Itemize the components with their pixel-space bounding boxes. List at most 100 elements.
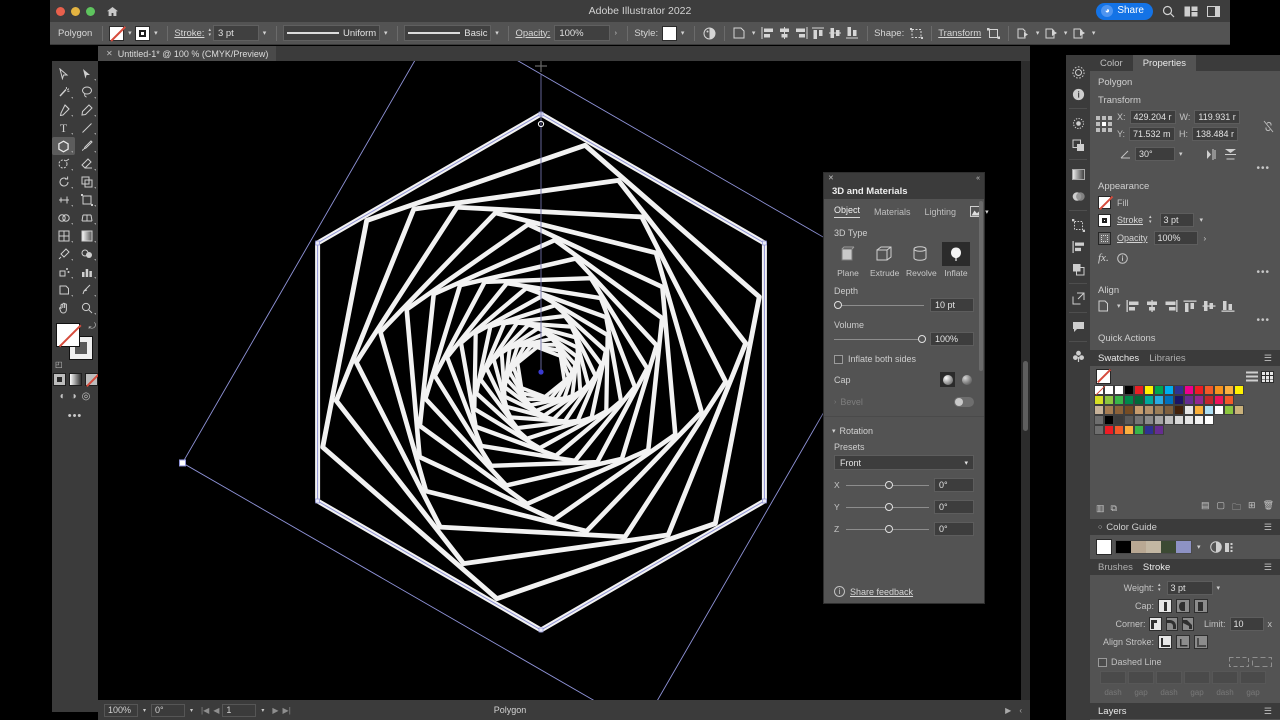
rotation-z-field[interactable]: 0° xyxy=(934,522,974,536)
swatch-cell[interactable] xyxy=(1124,395,1134,405)
rotation-header[interactable]: ▾ Rotation xyxy=(824,420,984,438)
flip-horizontal-icon[interactable] xyxy=(1206,148,1220,160)
volume-value-field[interactable]: 100% xyxy=(930,332,974,346)
rotation-z-track[interactable] xyxy=(846,524,929,533)
swatch-cell[interactable] xyxy=(1104,425,1114,435)
swatch-cell[interactable] xyxy=(1164,415,1174,425)
swatch-cell[interactable] xyxy=(1174,395,1184,405)
blend-tool[interactable] xyxy=(75,245,98,263)
swatch-cell[interactable] xyxy=(1154,425,1164,435)
appearance-opacity-label[interactable]: Opacity xyxy=(1117,233,1148,243)
swatch-cell[interactable] xyxy=(1224,395,1234,405)
edit-toolbar-button[interactable]: ••• xyxy=(52,410,98,422)
swatch-cell[interactable] xyxy=(1104,395,1114,405)
harmony-swatch[interactable] xyxy=(1131,541,1146,553)
dashed-line-row[interactable]: Dashed Line xyxy=(1090,655,1280,669)
swatch-cell[interactable] xyxy=(1114,415,1124,425)
previous-artboard-icon[interactable]: ◀ xyxy=(213,706,219,715)
align-icon[interactable] xyxy=(1072,236,1085,258)
swatch-cell[interactable] xyxy=(1184,405,1194,415)
export-icon[interactable] xyxy=(1072,287,1085,309)
dash-field-3[interactable] xyxy=(1212,671,1238,684)
width-tool[interactable] xyxy=(52,191,75,209)
swatch-cell[interactable] xyxy=(1144,405,1154,415)
link-broken-icon[interactable] xyxy=(1263,110,1274,133)
play-icon[interactable]: ▶ xyxy=(1005,706,1011,715)
transparency-icon[interactable] xyxy=(1072,185,1085,207)
volume-slider-track[interactable] xyxy=(834,334,926,343)
swatch-cell[interactable] xyxy=(1174,415,1184,425)
delete-swatch-icon[interactable]: 🗑 xyxy=(1263,500,1274,516)
harmony-swatch[interactable] xyxy=(1146,541,1161,553)
align-bottom-icon[interactable] xyxy=(1221,300,1235,312)
rotation-presets-select[interactable]: Front ▾ xyxy=(834,455,974,470)
depth-slider-knob[interactable] xyxy=(834,300,842,309)
default-fill-stroke-icon[interactable]: ◰ xyxy=(55,360,63,369)
swatch-cell[interactable] xyxy=(1234,405,1244,415)
opacity-expand-icon[interactable]: › xyxy=(610,26,621,41)
appearance-fill-row[interactable]: Fill xyxy=(1090,194,1280,211)
limit-colors-icon[interactable] xyxy=(1224,542,1237,553)
first-artboard-icon[interactable]: |◀ xyxy=(201,706,209,715)
align-center-h-icon[interactable] xyxy=(776,25,793,42)
3d-type-revolve[interactable]: Revolve xyxy=(906,242,937,278)
envelope-icon[interactable] xyxy=(1071,25,1088,42)
swatch-cell[interactable] xyxy=(1204,395,1214,405)
transform-label[interactable]: Transform xyxy=(938,28,981,39)
panel-menu-icon[interactable]: ☰ xyxy=(1264,522,1272,533)
align-right-icon[interactable] xyxy=(793,25,810,42)
swatch-cell[interactable] xyxy=(1164,405,1174,415)
rotation-y-knob[interactable] xyxy=(885,502,893,511)
swatch-cell[interactable] xyxy=(1134,425,1144,435)
tab-swatches[interactable]: Swatches xyxy=(1098,353,1139,364)
swatch-cell[interactable] xyxy=(1184,395,1194,405)
artboard-number-field[interactable]: 1 xyxy=(222,703,257,717)
fill-swatch-button[interactable] xyxy=(109,25,125,41)
appearance-fill-swatch[interactable] xyxy=(1098,196,1111,209)
miter-join-icon[interactable] xyxy=(1149,617,1162,631)
inflate-both-sides-checkbox[interactable] xyxy=(834,354,843,364)
type-tool[interactable]: T xyxy=(52,119,75,137)
swatch-cell[interactable] xyxy=(1114,405,1124,415)
3d-and-materials-panel[interactable]: ✕ « 3D and Materials Object Materials Li… xyxy=(823,172,989,604)
new-swatch-icon[interactable]: ⊞ xyxy=(1248,500,1256,516)
tab-layers[interactable]: Layers xyxy=(1098,706,1127,717)
swatch-cell[interactable] xyxy=(1204,415,1214,425)
rotation-x-track[interactable] xyxy=(846,480,929,489)
swatch-cell[interactable] xyxy=(1094,395,1104,405)
stroke-weight-value-field[interactable]: 3 pt xyxy=(1166,581,1213,595)
appearance-stroke-swatch[interactable] xyxy=(1098,213,1111,227)
close-icon[interactable]: ✕ xyxy=(828,174,834,182)
color-mode-button[interactable] xyxy=(52,373,66,386)
selection-bounding-box[interactable] xyxy=(179,61,903,700)
rotate-tool[interactable] xyxy=(52,173,75,191)
make-mask-icon[interactable] xyxy=(1043,25,1060,42)
rotate-view-field[interactable]: 0° xyxy=(151,703,185,717)
chevron-down-icon[interactable]: ▾ xyxy=(1197,543,1201,551)
depth-slider-track[interactable] xyxy=(834,300,924,309)
grid-view-icon[interactable] xyxy=(1261,370,1274,383)
eraser-tool[interactable] xyxy=(75,155,98,173)
cap-rounded-button[interactable] xyxy=(940,372,955,387)
tab-brushes[interactable]: Brushes xyxy=(1098,562,1133,573)
current-fill-swatch[interactable] xyxy=(1096,369,1111,384)
selection-handle[interactable] xyxy=(179,459,187,467)
round-join-icon[interactable] xyxy=(1165,617,1178,631)
swatch-none[interactable] xyxy=(1094,385,1106,396)
swatch-cell[interactable] xyxy=(1144,425,1154,435)
appearance-stroke-label[interactable]: Stroke xyxy=(1117,215,1143,225)
stroke-swatch-button[interactable] xyxy=(135,25,151,41)
dash-field-1[interactable] xyxy=(1100,671,1126,684)
magic-wand-tool[interactable] xyxy=(52,83,75,101)
bevel-row[interactable]: › Bevel xyxy=(824,391,984,413)
stroke-label[interactable]: Stroke: xyxy=(174,28,204,39)
share-button[interactable]: ◕ Share xyxy=(1096,2,1153,20)
harmony-swatch[interactable] xyxy=(1116,541,1131,553)
stroke-weight-chevron-down-icon[interactable]: ▾ xyxy=(259,26,270,41)
swatch-cell[interactable] xyxy=(1214,405,1224,415)
isolate-icon[interactable] xyxy=(1015,25,1032,42)
stroke-chevron-down-icon[interactable]: ▾ xyxy=(150,26,161,41)
dash-field-2[interactable] xyxy=(1156,671,1182,684)
info-icon[interactable] xyxy=(1072,83,1085,105)
share-feedback-label[interactable]: Share feedback xyxy=(850,587,913,597)
